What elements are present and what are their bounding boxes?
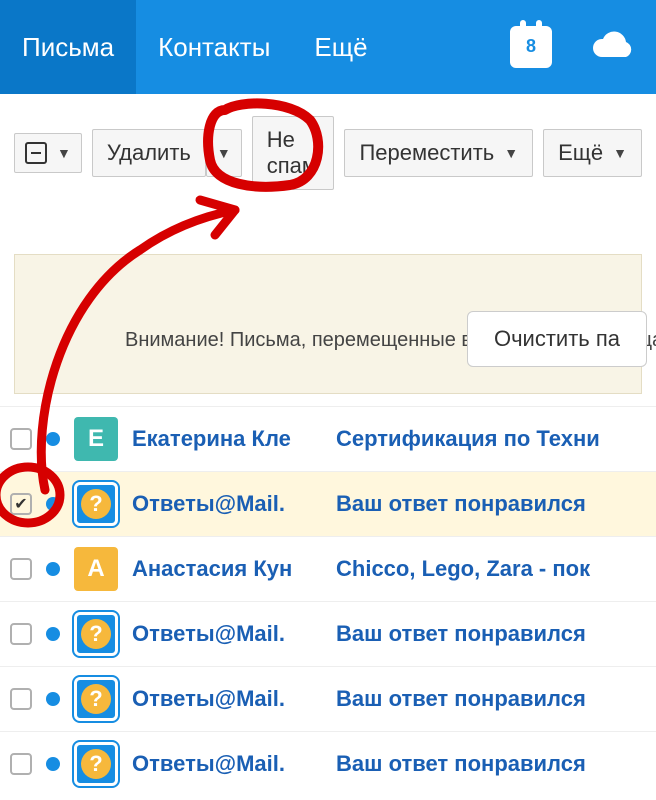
row-checkbox[interactable] bbox=[10, 428, 32, 450]
clear-folder-button[interactable]: Очистить па bbox=[467, 311, 647, 367]
unread-dot-icon bbox=[46, 562, 60, 576]
avatar: ? bbox=[74, 677, 118, 721]
question-icon: ? bbox=[81, 684, 111, 714]
chevron-down-icon: ▼ bbox=[504, 145, 518, 161]
unread-dot-icon bbox=[46, 497, 60, 511]
avatar: А bbox=[74, 547, 118, 591]
not-spam-button[interactable]: Не спам bbox=[252, 116, 335, 190]
move-label: Переместить bbox=[359, 140, 494, 166]
toolbar: ▼ Удалить ▼ Не спам Переместить ▼ Ещё ▼ bbox=[0, 94, 656, 204]
calendar-icon[interactable]: 8 bbox=[492, 0, 570, 94]
more-button[interactable]: Ещё ▼ bbox=[543, 129, 642, 177]
avatar: ? bbox=[74, 612, 118, 656]
chevron-down-icon: ▼ bbox=[613, 145, 627, 161]
select-all-dropdown[interactable]: ▼ bbox=[14, 133, 82, 173]
avatar: ? bbox=[74, 742, 118, 786]
mail-list: Е Екатерина Кле Сертификация по Техни ? … bbox=[0, 406, 656, 796]
top-nav: Письма Контакты Ещё 8 bbox=[0, 0, 656, 94]
cloud-icon[interactable] bbox=[570, 0, 656, 94]
sender-name: Анастасия Кун bbox=[132, 556, 322, 582]
unread-dot-icon bbox=[46, 757, 60, 771]
mail-row[interactable]: ? Ответы@Mail. Ваш ответ понравился bbox=[0, 666, 656, 731]
mail-row[interactable]: ? Ответы@Mail. Ваш ответ понравился bbox=[0, 601, 656, 666]
unread-dot-icon bbox=[46, 692, 60, 706]
avatar: Е bbox=[74, 417, 118, 461]
spam-notice-panel: Очистить па Внимание! Письма, перемещенн… bbox=[14, 254, 642, 394]
sender-name: Ответы@Mail. bbox=[132, 751, 322, 777]
question-icon: ? bbox=[81, 749, 111, 779]
mail-row[interactable]: ? Ответы@Mail. Ваш ответ понравился bbox=[0, 471, 656, 536]
mail-row[interactable]: Е Екатерина Кле Сертификация по Техни bbox=[0, 406, 656, 471]
mail-subject: Ваш ответ понравился bbox=[336, 751, 646, 777]
mail-subject: Сертификация по Техни bbox=[336, 426, 646, 452]
unread-dot-icon bbox=[46, 627, 60, 641]
unread-dot-icon bbox=[46, 432, 60, 446]
tab-more[interactable]: Ещё bbox=[292, 0, 389, 94]
question-icon: ? bbox=[81, 489, 111, 519]
row-checkbox[interactable] bbox=[10, 558, 32, 580]
mail-subject: Ваш ответ понравился bbox=[336, 491, 646, 517]
tab-mails[interactable]: Письма bbox=[0, 0, 136, 94]
row-checkbox[interactable] bbox=[10, 753, 32, 775]
row-checkbox[interactable] bbox=[10, 623, 32, 645]
avatar: ? bbox=[74, 482, 118, 526]
calendar-day: 8 bbox=[510, 36, 552, 57]
sender-name: Ответы@Mail. bbox=[132, 621, 322, 647]
tab-contacts[interactable]: Контакты bbox=[136, 0, 292, 94]
sender-name: Ответы@Mail. bbox=[132, 686, 322, 712]
sender-name: Ответы@Mail. bbox=[132, 491, 322, 517]
move-button[interactable]: Переместить ▼ bbox=[344, 129, 533, 177]
more-label: Ещё bbox=[558, 140, 603, 166]
minus-square-icon bbox=[25, 142, 47, 164]
sender-name: Екатерина Кле bbox=[132, 426, 322, 452]
chevron-down-icon: ▼ bbox=[217, 145, 231, 161]
question-icon: ? bbox=[81, 619, 111, 649]
mail-row[interactable]: ? Ответы@Mail. Ваш ответ понравился bbox=[0, 731, 656, 796]
mail-subject: Ваш ответ понравился bbox=[336, 686, 646, 712]
chevron-down-icon: ▼ bbox=[57, 145, 71, 161]
row-checkbox[interactable] bbox=[10, 493, 32, 515]
mail-row[interactable]: А Анастасия Кун Chicco, Lego, Zara - пок bbox=[0, 536, 656, 601]
delete-button[interactable]: Удалить bbox=[92, 129, 206, 177]
row-checkbox[interactable] bbox=[10, 688, 32, 710]
mail-subject: Chicco, Lego, Zara - пок bbox=[336, 556, 646, 582]
delete-dropdown[interactable]: ▼ bbox=[206, 129, 242, 177]
mail-subject: Ваш ответ понравился bbox=[336, 621, 646, 647]
